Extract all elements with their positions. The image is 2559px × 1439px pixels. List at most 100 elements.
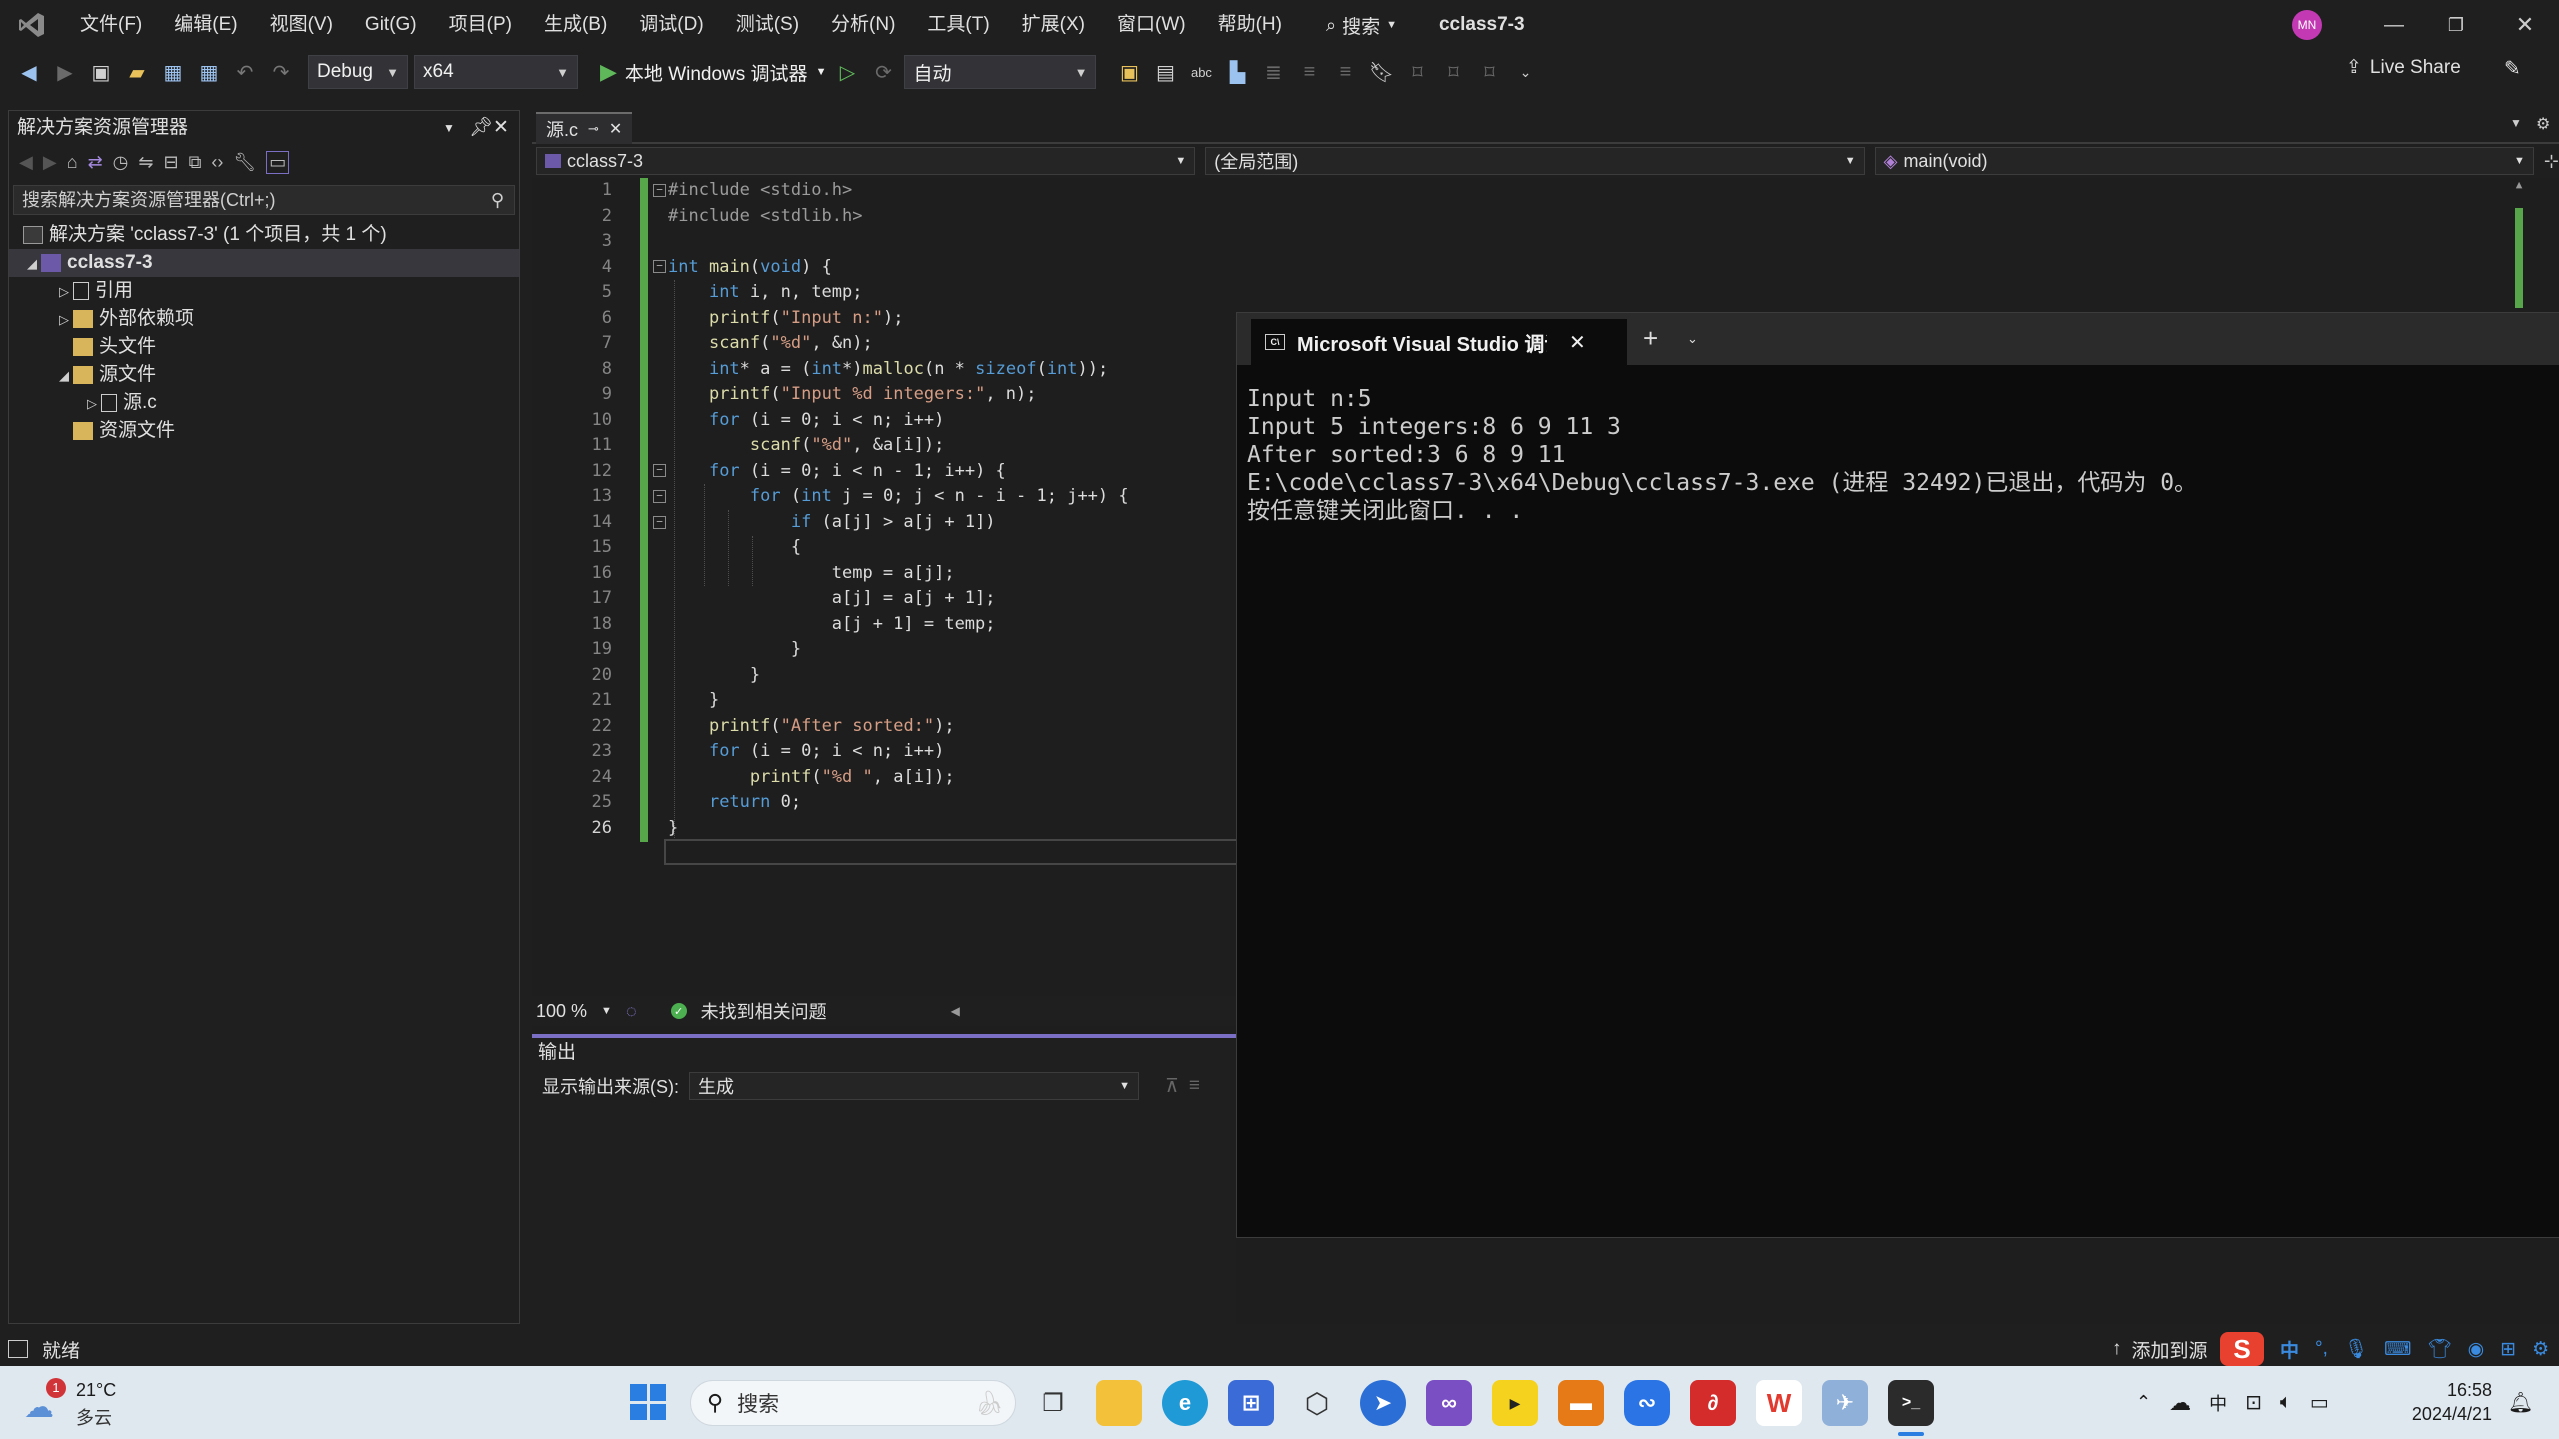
menu-item[interactable]: 分析(N) (815, 0, 911, 50)
menu-item[interactable]: 项目(P) (433, 0, 528, 50)
weather-widget[interactable]: ☁ 1 21°C 多云 (24, 1376, 144, 1430)
menu-item[interactable]: 生成(B) (528, 0, 623, 50)
unity-icon[interactable]: ⬡ (1294, 1380, 1340, 1426)
menu-item[interactable]: 帮助(H) (1202, 0, 1298, 50)
settings-icon[interactable]: ⚙ (2536, 114, 2550, 134)
save-all-icon[interactable]: ▦ (194, 57, 224, 87)
new-tab-icon[interactable]: + (1643, 323, 1658, 354)
menu-item[interactable]: 编辑(E) (158, 0, 253, 50)
back-icon[interactable]: ◀ (14, 57, 44, 87)
tree-item-headers[interactable]: 头文件 (9, 333, 519, 361)
fold-toggle-icon[interactable]: − (653, 516, 666, 529)
keyboard-icon[interactable]: ⌨ (2384, 1338, 2411, 1361)
properties-icon[interactable]: 🔧︎ (233, 152, 256, 173)
tab-source-file[interactable]: 源.c ⊸ ✕ (536, 112, 633, 144)
save-icon[interactable]: ▦ (158, 57, 188, 87)
edge-icon[interactable]: e (1162, 1380, 1208, 1426)
platform-select[interactable]: x64 ▼ (414, 55, 578, 89)
start-debug-button[interactable]: ▶ 本地 Windows 调试器 ▼ (600, 59, 826, 86)
fold-toggle-icon[interactable]: − (653, 464, 666, 477)
menu-item[interactable]: 窗口(W) (1101, 0, 1202, 50)
clear-bookmark-icon[interactable]: ⌑ (1474, 57, 1504, 87)
forward-icon[interactable]: ▶ (50, 57, 80, 87)
scroll-left-icon[interactable]: ◀ (951, 1004, 960, 1018)
split-icon[interactable]: ⊹ (2544, 151, 2559, 172)
collapse-icon[interactable]: ▷ (55, 278, 73, 306)
solution-search-input[interactable]: 搜索解决方案资源管理器(Ctrl+;) ⚲ (13, 185, 515, 215)
pin-icon[interactable]: ⊸ (588, 121, 599, 137)
toolbox-icon[interactable]: ⊞ (2500, 1338, 2516, 1361)
tree-item-external-deps[interactable]: ▷ 外部依赖项 (9, 305, 519, 333)
clear-output-icon[interactable]: ⊼ (1165, 1075, 1179, 1098)
fold-toggle-icon[interactable]: − (653, 490, 666, 503)
chevron-down-icon[interactable]: ⌄ (1687, 331, 1698, 347)
bookmark-icon[interactable]: 🔖︎ (1366, 57, 1396, 87)
config-select[interactable]: Debug ▼ (308, 55, 408, 89)
file-explorer-icon[interactable] (1096, 1380, 1142, 1426)
debug-console-window[interactable]: C\ Microsoft Visual Studio 调试 ✕ + ⌄ Inpu… (1236, 312, 2559, 1238)
close-window-button[interactable]: ✕ (2500, 0, 2550, 50)
ime-mode[interactable]: 中 (2280, 1336, 2299, 1363)
history-icon[interactable]: ◷ (113, 152, 129, 173)
microphone-icon[interactable]: 🎙︎ (2344, 1337, 2368, 1361)
run-without-debug-icon[interactable]: ▷ (832, 57, 862, 87)
expand-icon[interactable]: ◢ (23, 250, 41, 278)
sogou-logo-icon[interactable]: S (2220, 1332, 2264, 1366)
language-icon[interactable]: 中 (2209, 1390, 2227, 1416)
pin-icon[interactable]: 📌︎ (469, 111, 493, 145)
taskbar-search[interactable]: ⚲ 搜索 🍌︎ (690, 1380, 1016, 1426)
onedrive-icon[interactable]: ☁ (2169, 1390, 2191, 1416)
menu-item[interactable]: 文件(F) (64, 0, 158, 50)
wps-icon[interactable]: W (1756, 1380, 1802, 1426)
auto-select[interactable]: 自动 ▼ (904, 55, 1097, 89)
remote-icon[interactable]: ✈ (1822, 1380, 1868, 1426)
tree-solution[interactable]: 解决方案 'cclass7-3' (1 个项目，共 1 个) (9, 221, 519, 249)
nav-function-select[interactable]: ◈ main(void) ▼ (1874, 147, 2534, 175)
terminal-tab[interactable]: C\ Microsoft Visual Studio 调试 ✕ (1251, 319, 1627, 365)
settings-icon[interactable]: ⚙ (2532, 1338, 2549, 1361)
tray-expand-icon[interactable]: ⌃ (2136, 1392, 2151, 1413)
format-icon[interactable]: ≣ (1258, 57, 1288, 87)
zoom-level[interactable]: 100 % (536, 1001, 587, 1022)
hot-reload-icon[interactable]: ⟳ (868, 57, 898, 87)
live-share-button[interactable]: ⇪ Live Share (2346, 56, 2461, 79)
panel-menu-icon[interactable]: ▼ (443, 111, 455, 145)
punctuation-icon[interactable]: °, (2315, 1338, 2328, 1360)
output-source-select[interactable]: 生成 ▼ (689, 1072, 1139, 1100)
network-icon[interactable]: ⊡ (2245, 1390, 2262, 1415)
tree-item-source-file[interactable]: ▷ 源.c (9, 389, 519, 417)
new-project-icon[interactable]: ▣ (86, 57, 116, 87)
preview-icon[interactable]: ▭ (266, 150, 290, 174)
undo-icon[interactable]: ↶ (230, 57, 260, 87)
copy-icon[interactable]: ⧉ (189, 152, 202, 173)
add-to-source-button[interactable]: ↑ 添加到源 (2112, 1334, 2208, 1364)
window-layout-icon[interactable]: ▤ (1150, 57, 1180, 87)
task-view-icon[interactable]: ❐ (1030, 1380, 1076, 1426)
tab-list-icon[interactable]: ▼ (2510, 116, 2522, 130)
player-icon[interactable]: ▶ (1492, 1380, 1538, 1426)
menu-item[interactable]: 工具(T) (911, 0, 1005, 50)
toolbar-overflow-icon[interactable]: ⌄ (1510, 57, 1540, 87)
game-icon[interactable]: ◉ (2468, 1338, 2485, 1361)
restore-button[interactable]: ❐ (2432, 0, 2480, 50)
code-view-icon[interactable]: ‹› (211, 152, 223, 173)
clock[interactable]: 16:58 2024/4/21 (2388, 1378, 2492, 1426)
slides-icon[interactable]: ▬ (1558, 1380, 1604, 1426)
spell-check-icon[interactable]: abc (1186, 57, 1216, 87)
nav-scope-select[interactable]: (全局范围) ▼ (1205, 147, 1865, 175)
pdf-icon[interactable]: ∂ (1690, 1380, 1736, 1426)
word-wrap-icon[interactable]: ≡ (1189, 1075, 1200, 1097)
minimize-button[interactable]: — (2370, 0, 2418, 50)
step-icon[interactable]: ▙ (1222, 57, 1252, 87)
skin-icon[interactable]: 👕︎ (2427, 1337, 2451, 1361)
store-icon[interactable]: ⊞ (1228, 1380, 1274, 1426)
open-folder-icon[interactable]: ▰ (122, 57, 152, 87)
tree-item-resources[interactable]: 资源文件 (9, 417, 519, 445)
close-icon[interactable]: ✕ (1569, 330, 1586, 355)
menu-item[interactable]: 调试(D) (623, 0, 719, 50)
vs-logo-icon[interactable] (0, 0, 64, 50)
back-icon[interactable]: ◀ (19, 152, 33, 173)
fold-toggle-icon[interactable]: − (653, 260, 666, 273)
volume-icon[interactable]: 🔈︎ (2280, 1391, 2292, 1414)
terminal-app-icon[interactable]: >_ (1888, 1380, 1934, 1426)
